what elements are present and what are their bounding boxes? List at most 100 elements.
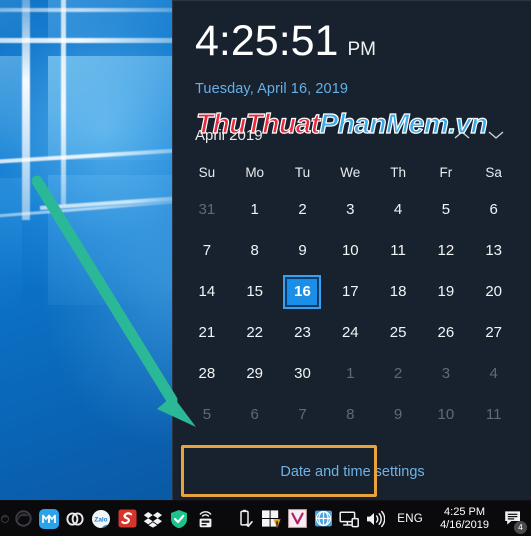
calendar-day[interactable]: 8 [326, 394, 374, 435]
calendar-day-number: 3 [441, 365, 451, 382]
calendar-day-number: 5 [202, 406, 212, 423]
calendar-day[interactable]: 15 [231, 271, 279, 312]
calendar-day-number: 5 [441, 201, 451, 218]
calendar-week-row: 28 29 30 1 2 3 4 [183, 353, 521, 394]
display-icon[interactable] [336, 504, 362, 534]
calendar-day-number: 6 [250, 406, 259, 423]
calendar-day[interactable]: 4 [470, 353, 518, 394]
calendar-day[interactable]: 27 [470, 312, 518, 353]
site-watermark: ThuThuatPhanMem.vn [195, 107, 488, 140]
calendar-day[interactable]: 3 [422, 353, 470, 394]
calendar-day[interactable]: 4 [374, 189, 422, 230]
calendar-day[interactable]: 11 [374, 230, 422, 271]
calendar-day-selected[interactable]: 16 [279, 271, 327, 312]
screen: 4:25:51 PM Tuesday, April 16, 2019 April… [0, 0, 531, 536]
date-and-time-settings-link[interactable]: Date and time settings [173, 452, 531, 492]
taskbar-clock-time: 4:25 PM [444, 505, 486, 518]
calendar-day-number: 11 [390, 242, 406, 259]
usb-eject-icon[interactable] [232, 504, 258, 534]
calendar-day[interactable]: 2 [374, 353, 422, 394]
calendar-day[interactable]: 7 [279, 394, 327, 435]
calendar-day[interactable]: 23 [279, 312, 327, 353]
snagit-icon[interactable] [114, 504, 140, 534]
calendar-day[interactable]: 19 [422, 271, 470, 312]
vietkey-icon[interactable] [284, 504, 310, 534]
calendar-day[interactable]: 22 [231, 312, 279, 353]
calendar-day-number: 15 [246, 283, 264, 300]
volume-icon[interactable] [362, 504, 388, 534]
calendar-day-number: 1 [250, 201, 259, 218]
printer-icon[interactable] [192, 504, 218, 534]
taskbar-language-indicator[interactable]: ENG [388, 513, 432, 525]
calendar-day-number: 19 [437, 283, 455, 300]
calendar-day-number: 30 [294, 365, 311, 382]
shield-check-icon[interactable] [166, 504, 192, 534]
calendar-day[interactable]: 20 [470, 271, 518, 312]
calendar-week-row: 5 6 7 8 9 10 11 [183, 394, 521, 435]
calendar-dow-row: Su Mo Tu We Th Fr Sa [183, 155, 521, 189]
calendar-day[interactable]: 3 [326, 189, 374, 230]
calendar-week-row: 7 8 9 10 11 12 13 [183, 230, 521, 271]
taskbar: Zalo ENG 4:25 PM 4/16/2019 4 [0, 500, 531, 536]
wallpaper-pane-mid-left [0, 56, 22, 160]
calendar-day-number: 7 [202, 242, 212, 259]
calendar-day[interactable]: 25 [374, 312, 422, 353]
dow-fr: Fr [439, 164, 453, 180]
calendar-day[interactable]: 6 [231, 394, 279, 435]
calendar-day[interactable]: 1 [326, 353, 374, 394]
taskbar-clock-date: 4/16/2019 [440, 518, 489, 531]
network-icon[interactable] [310, 504, 336, 534]
link-icon[interactable] [62, 504, 88, 534]
calendar-day[interactable]: 10 [326, 230, 374, 271]
calendar-day[interactable]: 29 [231, 353, 279, 394]
calendar-day[interactable]: 24 [326, 312, 374, 353]
calendar-day[interactable]: 9 [279, 230, 327, 271]
clock-time: 4:25:51 PM [195, 17, 531, 74]
calendar-day[interactable]: 26 [422, 312, 470, 353]
wallpaper-streak-v1 [22, 0, 30, 220]
calendar-day[interactable]: 17 [326, 271, 374, 312]
taskbar-clock[interactable]: 4:25 PM 4/16/2019 [432, 506, 497, 532]
windows-defender-warning-icon[interactable] [258, 504, 284, 534]
dropbox-icon[interactable] [140, 504, 166, 534]
calendar-day[interactable]: 11 [470, 394, 518, 435]
calendar-day[interactable]: 2 [279, 189, 327, 230]
notification-icon[interactable]: 4 [497, 502, 529, 536]
zalo-icon[interactable]: Zalo [88, 504, 114, 534]
calendar-day-number: 9 [298, 242, 307, 259]
calendar-day[interactable]: 7 [183, 230, 231, 271]
calendar-day[interactable]: 6 [470, 189, 518, 230]
calendar-day[interactable]: 18 [374, 271, 422, 312]
calendar-day[interactable]: 10 [422, 394, 470, 435]
calendar-day[interactable]: 1 [231, 189, 279, 230]
dow-th: Th [390, 164, 406, 180]
calendar-day-number: 11 [485, 406, 502, 423]
calendar-day[interactable]: 30 [279, 353, 327, 394]
watermark-part-blue: PhanMem.vn [319, 107, 488, 139]
clock-date: Tuesday, April 16, 2019 [195, 81, 349, 97]
dow-we: We [340, 164, 361, 180]
mega-icon[interactable] [36, 504, 62, 534]
calendar-day-number: 31 [198, 201, 216, 218]
calendar-day[interactable]: 21 [183, 312, 231, 353]
calendar-day[interactable]: 9 [374, 394, 422, 435]
calendar-day[interactable]: 8 [231, 230, 279, 271]
calendar-day[interactable]: 31 [183, 189, 231, 230]
calendar-day[interactable]: 13 [470, 230, 518, 271]
calendar-day-number: 3 [346, 201, 355, 218]
calendar-day-number: 13 [485, 242, 503, 259]
calendar-week-row: 21 22 23 24 25 26 27 [183, 312, 521, 353]
edge-icon-partial[interactable] [0, 504, 10, 534]
calendar-day-number: 2 [298, 201, 307, 218]
calendar-day[interactable]: 5 [183, 394, 231, 435]
calendar-day[interactable]: 14 [183, 271, 231, 312]
calendar-day[interactable]: 12 [422, 230, 470, 271]
calendar-day-number: 14 [198, 283, 216, 300]
clock-calendar-flyout: 4:25:51 PM Tuesday, April 16, 2019 April… [172, 0, 531, 500]
edge-icon[interactable] [10, 504, 36, 534]
calendar-day[interactable]: 28 [183, 353, 231, 394]
wallpaper-pane-bottom-left [0, 178, 22, 308]
calendar-day[interactable]: 5 [422, 189, 470, 230]
calendar-day-number: 20 [485, 283, 503, 300]
calendar-day-number: 10 [341, 242, 359, 259]
